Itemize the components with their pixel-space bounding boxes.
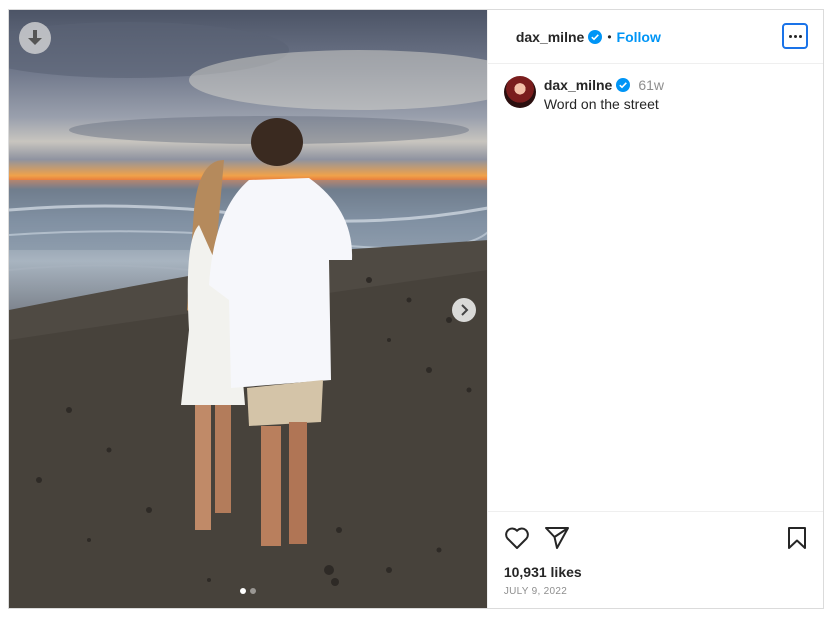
post-image[interactable] [9, 10, 487, 608]
verified-badge-icon [616, 78, 631, 92]
send-icon [544, 527, 569, 549]
post-dialog: dax_milne • Follow dax_milne 61w Word on… [8, 9, 824, 609]
carousel-next-button[interactable] [452, 298, 476, 322]
carousel-indicator [240, 588, 256, 594]
more-options-button[interactable] [782, 23, 808, 49]
share-button[interactable] [544, 526, 570, 550]
heart-icon [504, 527, 529, 549]
follow-button[interactable]: Follow [617, 29, 661, 45]
post-sidebar: dax_milne • Follow dax_milne 61w Word on… [486, 10, 823, 608]
post-date: JULY 9, 2022 [503, 586, 568, 597]
caption-username[interactable]: dax_milne [544, 77, 612, 93]
like-button[interactable] [504, 526, 530, 550]
header-separator: • [607, 29, 612, 44]
likes-count[interactable]: 10,931 likes [504, 564, 807, 580]
header-username[interactable]: dax_milne [516, 29, 584, 45]
save-button[interactable] [787, 527, 807, 549]
avatar[interactable] [503, 76, 536, 108]
download-arrow-icon [28, 30, 42, 45]
chevron-right-icon [461, 304, 469, 316]
post-time[interactable]: 61w [638, 77, 664, 93]
carousel-dot-2 [250, 588, 256, 594]
download-button[interactable] [19, 22, 51, 54]
bookmark-icon [787, 527, 806, 549]
post-header: dax_milne • Follow [487, 10, 823, 64]
caption-row: dax_milne 61w Word on the street [488, 64, 823, 112]
caption-text: Word on the street [543, 96, 659, 112]
verified-badge-icon [588, 29, 603, 44]
beach-photo [9, 22, 487, 608]
post-actions: 10,931 likes JULY 9, 2022 [487, 511, 823, 597]
more-options-icon [788, 34, 792, 38]
carousel-dot-1 [240, 588, 246, 594]
